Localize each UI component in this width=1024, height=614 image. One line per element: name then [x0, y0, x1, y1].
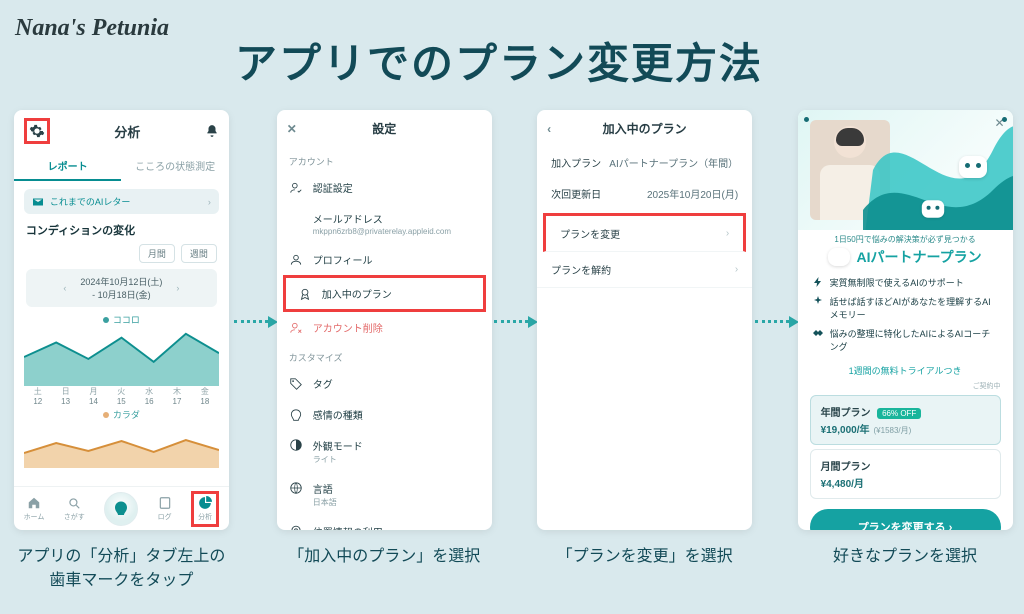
- mail-icon: [32, 196, 44, 208]
- handshake-icon: [812, 327, 824, 339]
- user-icon: [289, 253, 303, 267]
- plan-title: AIパートナープラン: [798, 247, 1013, 267]
- range-month[interactable]: 月間: [139, 244, 175, 263]
- kv-plan: 加入プランAIパートナープラン（年間）: [537, 147, 752, 178]
- row-current-plan[interactable]: 加入中のプラン: [283, 275, 486, 312]
- change-plan-button[interactable]: プランを変更する ›: [810, 509, 1001, 530]
- screenshot-step1: 分析 レポート こころの状態測定 これまでのAIレター › コンディションの変化…: [14, 110, 229, 530]
- tab-state[interactable]: こころの状態測定: [121, 152, 229, 181]
- contrast-icon: [289, 438, 303, 452]
- row-language[interactable]: 言語日本語: [277, 473, 492, 516]
- caption-step4: 好きなプランを選択: [833, 545, 977, 569]
- screenshot-step2: ✕ 設定 アカウント 認証設定 メールアドレス mkppn6zrb8@priva…: [277, 110, 492, 530]
- group-customize: カスタマイズ: [289, 351, 480, 364]
- caption-step3: 「プランを変更」を選択: [557, 545, 733, 569]
- feature-1: 実質無制限で使えるAIのサポート: [798, 273, 1013, 292]
- bell-icon[interactable]: [205, 124, 219, 138]
- arrow-icon: [494, 320, 534, 323]
- tab-analytics[interactable]: 分析: [191, 491, 219, 527]
- kv-renew: 次回更新日2025年10月20日(月): [537, 178, 752, 209]
- arrow-icon: [234, 320, 274, 323]
- bolt-icon: [812, 276, 824, 288]
- chevron-right-icon: ›: [949, 522, 953, 530]
- badge-icon: [298, 287, 312, 301]
- bot-icon: [921, 200, 943, 218]
- brand-logo: Nana's Petunia: [15, 15, 169, 42]
- range-week[interactable]: 週間: [181, 244, 217, 263]
- tab-reports[interactable]: レポート: [14, 152, 122, 181]
- screen3-title: 加入中のプラン: [603, 120, 687, 137]
- row-location[interactable]: 位置情報の利用: [277, 516, 492, 530]
- feature-2: 話せば話すほどAIがあなたを理解するAIメモリー: [798, 292, 1013, 324]
- tab-ai-center[interactable]: [104, 492, 138, 526]
- page-title: アプリでのプラン変更方法: [235, 30, 763, 91]
- caption-step1: アプリの「分析」タブ左上の歯車マークをタップ: [11, 545, 231, 593]
- screenshot-step4: ✕ 1日50円で悩みの解決策が必ず見つかる AIパートナープラン 実質無制限で使…: [798, 110, 1013, 530]
- date-range-selector[interactable]: ‹ 2024年10月12日(土) - 10月18日(金) ›: [26, 269, 217, 307]
- bottom-tabbar: ホーム さがす ログ 分析: [14, 486, 229, 530]
- user-x-icon: [289, 321, 303, 335]
- row-tags[interactable]: タグ: [277, 368, 492, 399]
- tab-home[interactable]: ホーム: [24, 496, 45, 522]
- screen1-title: 分析: [114, 122, 140, 141]
- plan-yearly[interactable]: 年間プラン 66% OFF ¥19,000/年(¥1583/月): [810, 395, 1001, 445]
- chart-axis: 土12 日13 月14 火15 水16 木17 金18: [24, 386, 219, 406]
- ai-letter-row[interactable]: これまでのAIレター ›: [24, 189, 219, 214]
- tab-log[interactable]: ログ: [158, 496, 172, 522]
- contract-status: ご契約中: [798, 381, 1013, 391]
- arrow-icon: [755, 320, 795, 323]
- trial-note: 1週間の無料トライアルつき: [798, 364, 1013, 377]
- globe-icon: [289, 481, 303, 495]
- row-delete-account[interactable]: アカウント削除: [277, 312, 492, 343]
- chevron-right-icon: ›: [208, 197, 211, 207]
- row-profile[interactable]: プロフィール: [277, 244, 492, 275]
- bot-icon: [828, 248, 850, 266]
- chart-mind: [24, 328, 219, 386]
- close-icon[interactable]: ✕: [287, 122, 297, 136]
- gear-icon[interactable]: [24, 118, 50, 144]
- tag-icon: [289, 377, 303, 391]
- plan-hero: ✕: [798, 110, 1013, 230]
- screenshot-step3: ‹ 加入中のプラン 加入プランAIパートナープラン（年間） 次回更新日2025年…: [537, 110, 752, 530]
- row-emotions[interactable]: 感情の種類: [277, 399, 492, 430]
- pin-icon: [289, 525, 303, 531]
- chevron-right-icon: ›: [735, 264, 738, 275]
- row-cancel-plan[interactable]: プランを解約›: [537, 252, 752, 288]
- feature-3: 悩みの整理に特化したAIによるAIコーチング: [798, 324, 1013, 356]
- row-auth[interactable]: 認証設定: [277, 172, 492, 203]
- chevron-left-icon[interactable]: ‹: [547, 122, 551, 136]
- chevron-left-icon[interactable]: ‹: [63, 283, 66, 293]
- tab-explore[interactable]: さがす: [64, 496, 85, 522]
- chevron-right-icon: ›: [726, 228, 729, 239]
- chart-body: [24, 423, 219, 468]
- legend-body: カラダ: [113, 408, 140, 421]
- bot-icon: [959, 156, 987, 178]
- row-email[interactable]: メールアドレス mkppn6zrb8@privaterelay.appleid.…: [277, 203, 492, 244]
- row-change-plan[interactable]: プランを変更›: [543, 213, 746, 252]
- screen2-title: 設定: [372, 120, 396, 137]
- legend-mind: ココロ: [113, 313, 140, 326]
- condition-heading: コンディションの変化: [26, 222, 217, 238]
- row-appearance[interactable]: 外観モードライト: [277, 430, 492, 473]
- plan-monthly[interactable]: 月間プラン ¥4,480/月: [810, 449, 1001, 499]
- emotion-icon: [289, 408, 303, 422]
- plan-tagline: 1日50円で悩みの解決策が必ず見つかる: [798, 234, 1013, 245]
- chevron-right-icon[interactable]: ›: [176, 283, 179, 293]
- discount-badge: 66% OFF: [877, 408, 921, 419]
- user-check-icon: [289, 181, 303, 195]
- caption-step2: 「加入中のプラン」を選択: [288, 545, 480, 569]
- sparkle-icon: [812, 295, 824, 307]
- group-account: アカウント: [289, 155, 480, 168]
